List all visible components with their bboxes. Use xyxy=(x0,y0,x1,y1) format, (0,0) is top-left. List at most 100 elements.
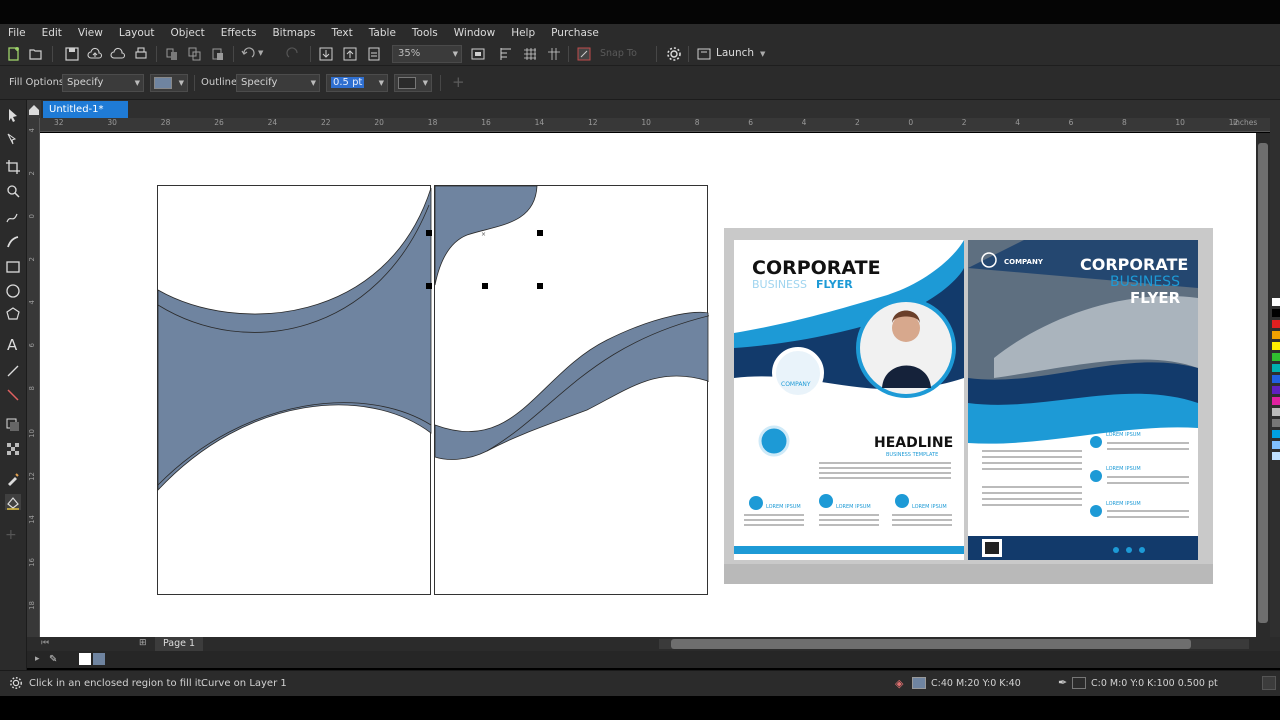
redo-icon[interactable] xyxy=(285,46,301,62)
launch-button[interactable]: Launch xyxy=(716,47,762,63)
outline-color-picker[interactable]: ▼ xyxy=(394,74,432,92)
palette-swatch[interactable] xyxy=(1272,364,1280,372)
pick-tool-icon[interactable] xyxy=(5,107,21,123)
zoom-tool-icon[interactable] xyxy=(5,183,21,199)
palette-swatch[interactable] xyxy=(1272,408,1280,416)
add-tool-icon[interactable]: + xyxy=(5,528,21,544)
drop-shadow-tool-icon[interactable] xyxy=(5,417,21,433)
polygon-tool-icon[interactable] xyxy=(5,306,21,322)
parallel-dimension-tool-icon[interactable] xyxy=(5,363,21,379)
export-icon[interactable] xyxy=(342,46,358,62)
vertical-scroll-thumb[interactable] xyxy=(1258,143,1268,623)
artistic-media-tool-icon[interactable] xyxy=(5,234,21,250)
menu-layout[interactable]: Layout xyxy=(111,27,163,39)
no-color-swatch[interactable] xyxy=(79,653,91,665)
outline-width-value[interactable]: 0.5 pt xyxy=(331,77,365,88)
show-grid-icon[interactable] xyxy=(522,46,538,62)
new-document-icon[interactable] xyxy=(6,46,22,62)
cloud-download-icon[interactable] xyxy=(110,46,126,62)
undo-dropdown-icon[interactable]: ▼ xyxy=(258,49,266,65)
menu-edit[interactable]: Edit xyxy=(34,27,70,39)
vertical-ruler[interactable]: 4 2 0 2 4 6 8 10 12 14 16 18 xyxy=(27,118,40,638)
smart-fill-tool-icon[interactable] xyxy=(5,494,21,510)
freehand-tool-icon[interactable] xyxy=(5,210,21,226)
ellipse-tool-icon[interactable] xyxy=(5,283,21,299)
palette-swatch[interactable] xyxy=(1272,309,1280,317)
palette-swatch[interactable] xyxy=(1272,320,1280,328)
publish-pdf-icon[interactable] xyxy=(366,46,382,62)
zoom-level-combo[interactable]: 35% ▼ xyxy=(392,45,462,63)
crop-tool-icon[interactable] xyxy=(5,159,21,175)
menu-view[interactable]: View xyxy=(70,27,111,39)
home-icon[interactable] xyxy=(27,100,41,118)
snap-to-icon[interactable] xyxy=(576,46,592,62)
snap-to-label[interactable]: Snap To xyxy=(600,48,650,64)
connector-tool-icon[interactable] xyxy=(5,387,21,403)
palette-swatch[interactable] xyxy=(1272,430,1280,438)
fill-options-combo[interactable]: Specify ▼ xyxy=(62,74,144,92)
paste-icon[interactable] xyxy=(210,46,226,62)
shape-tool-icon[interactable] xyxy=(5,131,21,147)
menu-purchase[interactable]: Purchase xyxy=(543,27,607,39)
rectangle-tool-icon[interactable] xyxy=(5,259,21,275)
drawing-page[interactable]: × xyxy=(157,185,709,595)
tab-untitled-1[interactable]: Untitled-1* xyxy=(43,101,128,118)
print-icon[interactable] xyxy=(133,46,149,62)
menu-text[interactable]: Text xyxy=(324,27,361,39)
menu-file[interactable]: File xyxy=(0,27,34,39)
add-icon[interactable]: + xyxy=(452,73,465,91)
undo-icon[interactable] xyxy=(240,46,256,62)
palette-swatch[interactable] xyxy=(1272,419,1280,427)
status-outline-swatch[interactable] xyxy=(1072,677,1086,689)
outline-width-combo[interactable]: 0.5 pt ▼ xyxy=(326,74,388,92)
vertical-scrollbar[interactable] xyxy=(1256,133,1270,638)
palette-swatch[interactable] xyxy=(1272,375,1280,383)
menu-tools[interactable]: Tools xyxy=(404,27,446,39)
tab-page-1[interactable]: Page 1 xyxy=(155,637,204,651)
palette-swatch[interactable] xyxy=(1272,331,1280,339)
gear-icon[interactable] xyxy=(666,46,682,62)
horizontal-scrollbar[interactable] xyxy=(659,639,1249,649)
palette-swatch[interactable] xyxy=(1272,397,1280,405)
fill-color-picker[interactable]: ▼ xyxy=(150,74,188,92)
open-folder-icon[interactable] xyxy=(28,46,44,62)
outline-options-combo[interactable]: Specify ▼ xyxy=(236,74,320,92)
text-tool-icon[interactable]: A xyxy=(5,336,21,352)
status-fill-swatch[interactable] xyxy=(912,677,926,689)
eyedropper-icon[interactable]: ✎ xyxy=(49,654,57,665)
palette-swatch[interactable] xyxy=(1272,298,1280,306)
drawing-canvas[interactable]: × CORPORATE BUSINESS FLYER COMPANY HEADL… xyxy=(40,133,1256,638)
save-icon[interactable] xyxy=(64,46,80,62)
cloud-upload-icon[interactable] xyxy=(87,46,103,62)
status-expand-icon[interactable] xyxy=(1262,676,1276,690)
cut-icon[interactable] xyxy=(164,46,180,62)
menu-effects[interactable]: Effects xyxy=(213,27,265,39)
menu-help[interactable]: Help xyxy=(503,27,543,39)
palette-arrow-icon[interactable]: ▸ xyxy=(35,654,40,664)
menu-bitmaps[interactable]: Bitmaps xyxy=(264,27,323,39)
add-page-icon[interactable]: ⊞ xyxy=(139,638,147,648)
palette-swatch[interactable] xyxy=(1272,342,1280,350)
horizontal-ruler[interactable]: 32 30 28 26 24 22 20 18 16 14 12 10 8 6 4 2 0 2 4 6 8 10 12 inc… xyxy=(40,118,1272,132)
menu-window[interactable]: Window xyxy=(446,27,503,39)
palette-swatch[interactable] xyxy=(1272,353,1280,361)
palette-swatch[interactable] xyxy=(1272,452,1280,460)
import-icon[interactable] xyxy=(318,46,334,62)
settings-gear-icon[interactable] xyxy=(9,676,23,693)
reference-flyer-image[interactable]: CORPORATE BUSINESS FLYER COMPANY HEADLIN… xyxy=(724,228,1213,584)
copy-icon[interactable] xyxy=(187,46,203,62)
horizontal-scroll-thumb[interactable] xyxy=(671,639,1191,649)
color-palette[interactable] xyxy=(1270,118,1280,638)
menu-object[interactable]: Object xyxy=(163,27,213,39)
show-guidelines-icon[interactable] xyxy=(546,46,562,62)
document-color-swatch[interactable] xyxy=(93,653,105,665)
palette-swatch[interactable] xyxy=(1272,441,1280,449)
menu-table[interactable]: Table xyxy=(361,27,404,39)
first-page-icon[interactable]: ⏮ xyxy=(41,638,49,648)
palette-swatch[interactable] xyxy=(1272,386,1280,394)
launch-icon[interactable] xyxy=(696,46,712,62)
full-screen-icon[interactable] xyxy=(470,46,486,62)
eyedropper-tool-icon[interactable] xyxy=(5,471,21,487)
launch-dropdown-icon[interactable]: ▼ xyxy=(760,50,768,66)
show-rulers-icon[interactable] xyxy=(498,46,514,62)
